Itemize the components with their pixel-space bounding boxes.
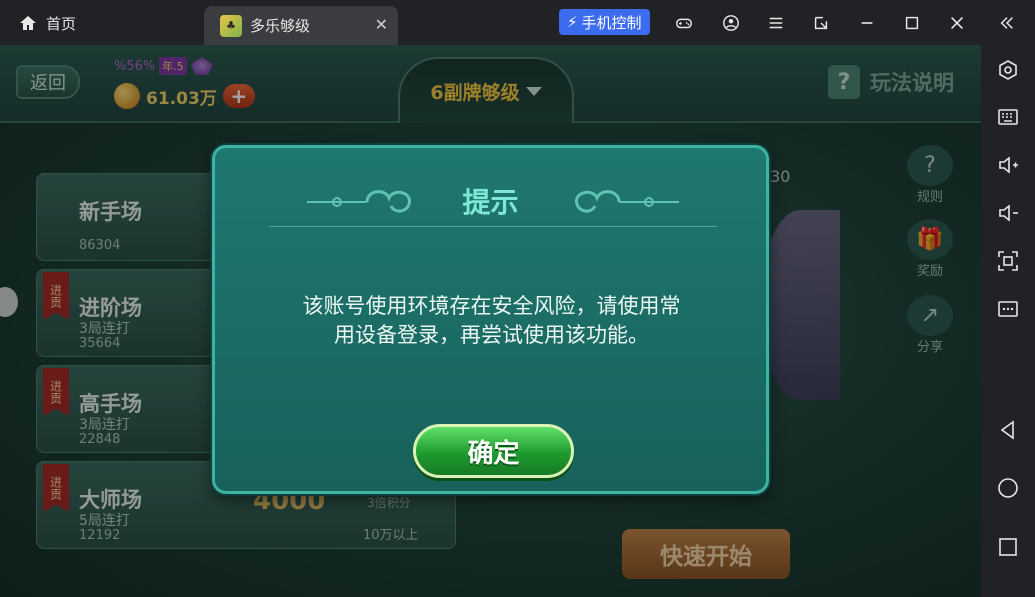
- volume-up-icon[interactable]: [995, 152, 1021, 178]
- phone-control-button[interactable]: ⚡ 手机控制: [559, 9, 650, 35]
- home-tab-label: 首页: [46, 14, 77, 33]
- maximize-icon[interactable]: [901, 12, 923, 34]
- close-window-icon[interactable]: [946, 12, 968, 34]
- lightning-icon: ⚡: [567, 13, 578, 31]
- restore-window-icon[interactable]: [810, 12, 832, 34]
- android-home-icon[interactable]: [995, 475, 1021, 501]
- minimize-icon[interactable]: [856, 12, 878, 34]
- game-tab[interactable]: ♣ 多乐够级 ✕: [204, 6, 398, 45]
- dialog-title: 提示: [462, 186, 519, 219]
- dialog-message-line1: 该账号使用环境存在安全风险，请使用常: [302, 294, 681, 318]
- more-options-icon[interactable]: [995, 296, 1021, 322]
- close-tab-icon[interactable]: ✕: [375, 15, 388, 34]
- volume-down-icon[interactable]: [995, 200, 1021, 226]
- emulator-window: 首页 ♣ 多乐够级 ✕ ⚡ 手机控制 返回 %56% 年.5 61.03万 + …: [0, 0, 1035, 597]
- keyboard-icon[interactable]: [995, 104, 1021, 130]
- android-recents-icon[interactable]: [995, 534, 1021, 560]
- menu-icon[interactable]: [765, 12, 787, 34]
- dialog-message-line2: 用设备登录，再尝试使用该功能。: [334, 323, 649, 347]
- home-tab[interactable]: 首页: [18, 8, 76, 38]
- account-icon[interactable]: [720, 12, 742, 34]
- home-icon: [20, 16, 36, 30]
- settings-hex-icon[interactable]: [995, 57, 1021, 83]
- screenshot-icon[interactable]: [995, 248, 1021, 274]
- title-bar: 首页 ♣ 多乐够级 ✕ ⚡ 手机控制: [0, 0, 1035, 45]
- phone-control-label: 手机控制: [581, 13, 642, 32]
- alert-dialog: 提示 该账号使用环境存在安全风险，请使用常 用设备登录，再尝试使用该功能。 确定: [212, 145, 769, 494]
- game-tab-label: 多乐够级: [250, 17, 311, 35]
- collapse-sidebar-icon[interactable]: [996, 12, 1018, 34]
- game-app-icon: ♣: [220, 14, 242, 37]
- confirm-button[interactable]: 确定: [413, 424, 574, 478]
- emulator-sidebar: [981, 45, 1035, 597]
- title-divider: [269, 226, 717, 227]
- android-back-icon[interactable]: [995, 417, 1021, 443]
- gamepad-icon[interactable]: [673, 12, 695, 34]
- dialog-message: 该账号使用环境存在安全风险，请使用常 用设备登录，再尝试使用该功能。: [255, 292, 728, 350]
